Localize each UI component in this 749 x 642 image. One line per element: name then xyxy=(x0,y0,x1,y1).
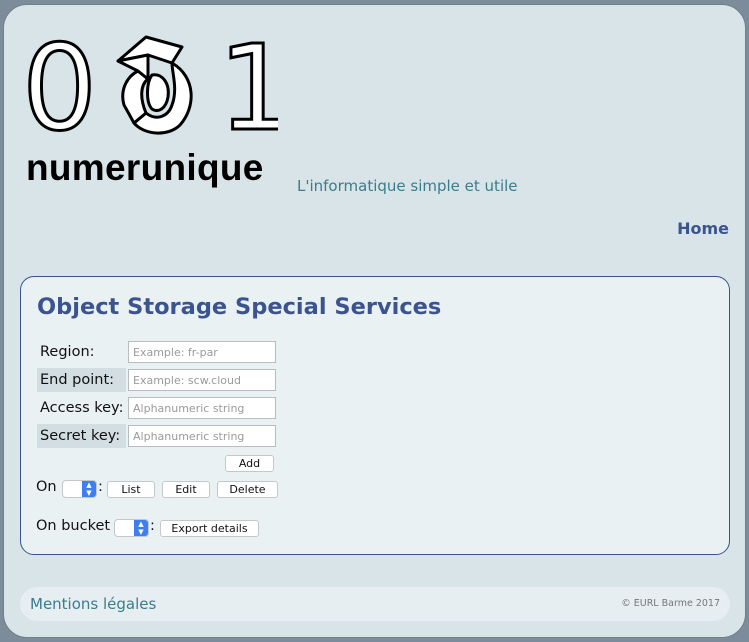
target-select[interactable]: ▲ ▼ xyxy=(62,480,97,498)
copyright: © EURL Barme 2017 xyxy=(621,598,720,609)
on-bucket-separator: : xyxy=(150,518,155,534)
services-panel: Object Storage Special Services Region: … xyxy=(20,276,730,555)
logo: 0 1 xyxy=(22,25,278,137)
tagline: L'informatique simple et utile xyxy=(297,177,518,195)
page-title: Object Storage Special Services xyxy=(37,294,442,320)
region-input[interactable] xyxy=(128,341,276,363)
on-bucket-label: On bucket xyxy=(36,518,111,534)
endpoint-label: End point: xyxy=(37,368,126,392)
edit-button[interactable]: Edit xyxy=(162,481,210,498)
secret-key-row: Secret key: xyxy=(37,424,276,448)
select-stepper-icon: ▲ ▼ xyxy=(134,520,148,536)
region-label: Region: xyxy=(40,344,95,360)
export-details-button[interactable]: Export details xyxy=(160,520,259,537)
on-separator: : xyxy=(98,479,103,495)
access-key-input[interactable] xyxy=(128,397,276,419)
page-frame: 0 1 numerunique L'informatique simple et… xyxy=(3,4,746,638)
footer: Mentions légales © EURL Barme 2017 xyxy=(20,587,730,621)
endpoint-row: End point: xyxy=(37,368,276,392)
brand-name: numerunique xyxy=(26,147,264,188)
select-stepper-icon: ▲ ▼ xyxy=(82,481,96,497)
bucket-select[interactable]: ▲ ▼ xyxy=(114,519,149,537)
secret-key-label: Secret key: xyxy=(37,424,126,448)
logo-mark-icon xyxy=(116,35,193,135)
home-link[interactable]: Home xyxy=(677,219,729,238)
on-label: On xyxy=(36,479,57,495)
add-button[interactable]: Add xyxy=(225,455,274,472)
logo-digit-one: 1 xyxy=(218,25,278,137)
access-key-row: Access key: xyxy=(37,396,276,420)
list-button[interactable]: List xyxy=(107,481,155,498)
secret-key-input[interactable] xyxy=(128,425,276,447)
legal-notice-link[interactable]: Mentions légales xyxy=(30,595,156,613)
region-row: Region: xyxy=(37,340,276,364)
delete-button[interactable]: Delete xyxy=(217,481,278,498)
access-key-label: Access key: xyxy=(40,400,124,416)
logo-digit-zero: 0 xyxy=(22,25,97,137)
endpoint-input[interactable] xyxy=(128,369,276,391)
